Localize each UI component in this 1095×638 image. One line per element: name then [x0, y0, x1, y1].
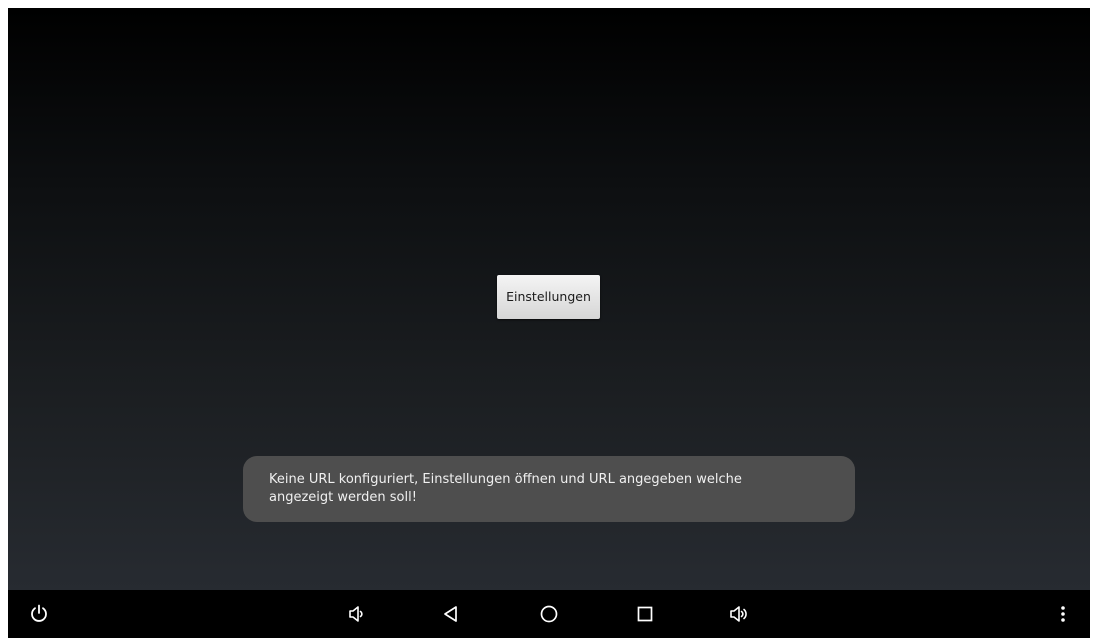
volume-down-icon	[349, 606, 363, 622]
volume-up-icon	[730, 606, 747, 622]
system-navigation-bar	[8, 590, 1090, 638]
more-menu-icon	[1061, 606, 1065, 622]
app-content-area: Einstellungen Keine URL konfiguriert, Ei…	[8, 8, 1090, 590]
toast-notification: Keine URL konfiguriert, Einstellungen öf…	[243, 456, 855, 522]
more-menu-button[interactable]	[1048, 600, 1078, 628]
volume-up-button[interactable]	[724, 600, 754, 628]
back-icon	[444, 606, 457, 622]
device-screen: Einstellungen Keine URL konfiguriert, Ei…	[8, 8, 1090, 638]
power-icon	[31, 604, 47, 622]
home-icon	[540, 605, 558, 623]
settings-button[interactable]: Einstellungen	[497, 275, 600, 319]
recent-apps-icon	[637, 606, 653, 622]
back-button[interactable]	[436, 600, 466, 628]
recent-apps-button[interactable]	[630, 600, 660, 628]
power-button[interactable]	[24, 600, 54, 628]
volume-down-button[interactable]	[342, 600, 372, 628]
home-button[interactable]	[534, 600, 564, 628]
toast-message: Keine URL konfiguriert, Einstellungen öf…	[269, 472, 742, 505]
